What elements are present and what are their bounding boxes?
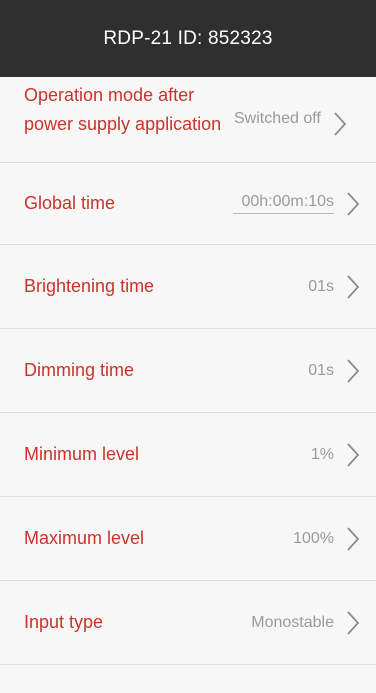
setting-value: 100%	[293, 529, 334, 547]
setting-label: Global time	[24, 193, 116, 213]
global-time-field[interactable]: 00h:00m:10s	[233, 193, 334, 214]
setting-row-dimming-time[interactable]: Dimming time 01s	[0, 329, 376, 413]
app-header: RDP-21 ID: 852323	[0, 0, 376, 77]
setting-label: Input type	[24, 612, 104, 632]
chevron-right-icon	[346, 526, 360, 552]
setting-label: Brightening time	[24, 276, 155, 296]
setting-row-input-type[interactable]: Input type Monostable	[0, 581, 376, 665]
setting-row-operation-mode[interactable]: Operation mode after power supply applic…	[0, 77, 376, 163]
chevron-right-icon	[346, 358, 360, 384]
setting-value: Switched off	[234, 110, 321, 127]
settings-list: Operation mode after power supply applic…	[0, 77, 376, 692]
setting-row-maximum-level[interactable]: Maximum level 100%	[0, 497, 376, 581]
chevron-right-icon	[333, 111, 347, 137]
setting-value: 1%	[310, 445, 334, 463]
setting-value: 01s	[308, 277, 334, 295]
device-title: RDP-21 ID: 852323	[103, 27, 273, 49]
setting-value: 01s	[308, 361, 334, 379]
setting-row-global-time[interactable]: Global time 00h:00m:10s	[0, 163, 376, 245]
setting-row-brightening-time[interactable]: Brightening time 01s	[0, 245, 376, 329]
setting-value: Monostable	[251, 613, 334, 631]
setting-row-minimum-level[interactable]: Minimum level 1%	[0, 413, 376, 497]
list-bottom-spacer	[0, 665, 376, 692]
chevron-right-icon	[346, 610, 360, 636]
setting-label: Operation mode after power supply applic…	[24, 85, 222, 134]
chevron-right-icon	[346, 191, 360, 217]
chevron-right-icon	[346, 442, 360, 468]
setting-label: Dimming time	[24, 360, 135, 380]
chevron-right-icon	[346, 274, 360, 300]
setting-label: Maximum level	[24, 528, 145, 548]
setting-label: Minimum level	[24, 444, 140, 464]
